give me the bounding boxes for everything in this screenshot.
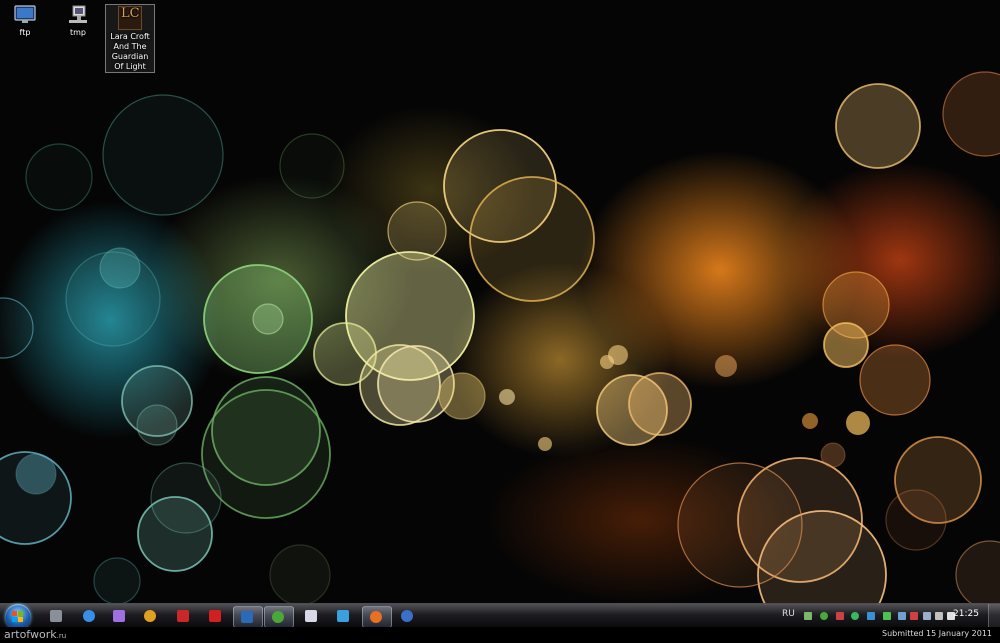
bokeh-bubble	[102, 94, 224, 216]
taskbar-app-chrome-like-browser[interactable]	[137, 606, 163, 626]
taskbar-app-filezilla[interactable]	[170, 606, 196, 626]
bokeh-bubble	[0, 297, 34, 359]
bokeh-bubble	[677, 462, 803, 588]
game-logo-text: LC	[121, 6, 140, 21]
bokeh-bubble	[136, 404, 178, 446]
desktop-icon-label: Lara Croft And The Guardian Of Light	[110, 32, 150, 71]
bokeh-bubble	[137, 496, 213, 572]
security-tray-icon[interactable]	[836, 612, 844, 620]
bokeh-bubble	[820, 442, 846, 468]
taskbar-app-internet-explorer[interactable]	[76, 606, 102, 626]
red-app-icon	[209, 610, 221, 622]
media-player-icon	[113, 610, 125, 622]
taskbar-app-messenger[interactable]	[298, 606, 324, 626]
taskbar-app-file-manager[interactable]	[43, 606, 69, 626]
footer-strip	[0, 627, 1000, 643]
network-computer-icon	[69, 5, 87, 23]
bokeh-bubble	[438, 372, 486, 420]
watermark-suffix: .ru	[56, 632, 67, 640]
vpn-tray-icon[interactable]	[898, 612, 906, 620]
internet-explorer-icon	[83, 610, 95, 622]
photoshop-icon	[241, 611, 253, 623]
taskbar-app-skype-like[interactable]	[330, 606, 356, 626]
bokeh-bubble	[499, 389, 515, 405]
site-watermark: artofwork.ru	[4, 628, 66, 641]
submitted-date: Submitted 15 January 2011	[881, 629, 992, 638]
watermark-text: artofwork	[4, 628, 57, 641]
bokeh-bubble	[859, 344, 931, 416]
bokeh-bubble	[269, 544, 331, 605]
desktop-icon-ftp[interactable]: ftp	[1, 5, 49, 38]
desktop-icon-label: ftp	[19, 28, 31, 37]
bokeh-bubble	[65, 251, 161, 347]
bokeh-bubble	[387, 201, 447, 261]
taskbar-app-photoshop[interactable]	[233, 606, 263, 628]
bokeh-bubble	[25, 143, 93, 211]
taskbar-app-thunderbird[interactable]	[394, 606, 420, 626]
bokeh-bubble	[252, 303, 284, 335]
thunderbird-icon	[401, 610, 413, 622]
desktop-wallpaper	[0, 0, 1000, 605]
download-tray-icon[interactable]	[867, 612, 875, 620]
flag-tray-icon[interactable]	[910, 612, 918, 620]
taskbar-app-utorrent[interactable]	[264, 606, 294, 628]
bokeh-bubble	[600, 355, 614, 369]
bokeh-bubble	[538, 437, 552, 451]
file-manager-icon	[50, 610, 62, 622]
network-icon[interactable]	[804, 612, 812, 620]
taskbar-app-firefox[interactable]	[362, 606, 392, 628]
utorrent-tray-icon[interactable]	[820, 612, 828, 620]
bokeh-bubble	[715, 355, 737, 377]
chrome-like-browser-icon	[144, 610, 156, 622]
desktop-icon-lara-croft[interactable]: LC Lara Croft And The Guardian Of Light	[105, 4, 155, 73]
green-tray-icon[interactable]	[883, 612, 891, 620]
firefox-icon	[370, 611, 382, 623]
show-desktop-button[interactable]	[988, 604, 1000, 628]
game-shortcut-icon: LC	[118, 6, 142, 30]
bokeh-bubble	[942, 71, 1000, 157]
language-indicator[interactable]: RU	[782, 609, 795, 619]
usb-tray-icon[interactable]	[935, 612, 943, 620]
bokeh-bubble	[835, 83, 921, 169]
desktop-icon-label: tmp	[69, 28, 86, 37]
taskbar-app-media-player[interactable]	[106, 606, 132, 626]
monitor-tray-icon[interactable]	[923, 612, 931, 620]
taskbar-app-red-app[interactable]	[202, 606, 228, 626]
bokeh-bubble	[93, 557, 141, 605]
bokeh-bubbles	[0, 71, 1000, 605]
bokeh-bubble	[469, 176, 595, 302]
filezilla-icon	[177, 610, 189, 622]
desktop-icon-tmp[interactable]: tmp	[54, 5, 102, 38]
skype-like-icon	[337, 610, 349, 622]
bokeh-bubble	[628, 372, 692, 436]
bokeh-bubble	[823, 322, 869, 368]
bokeh-bubble	[279, 133, 345, 199]
windows-logo-icon	[12, 611, 23, 622]
bokeh-bubble	[846, 411, 870, 435]
bokeh-bubble	[955, 540, 1000, 605]
utorrent-icon	[272, 611, 284, 623]
messenger-icon	[305, 610, 317, 622]
clock[interactable]: 21:25	[953, 609, 979, 619]
bokeh-bubble	[802, 413, 818, 429]
taskbar: RU 21:25	[0, 603, 1000, 630]
bokeh-bubble	[885, 489, 947, 551]
bokeh-bubble	[15, 453, 57, 495]
monitor-icon	[14, 5, 36, 23]
app-tray-icon[interactable]	[851, 612, 859, 620]
